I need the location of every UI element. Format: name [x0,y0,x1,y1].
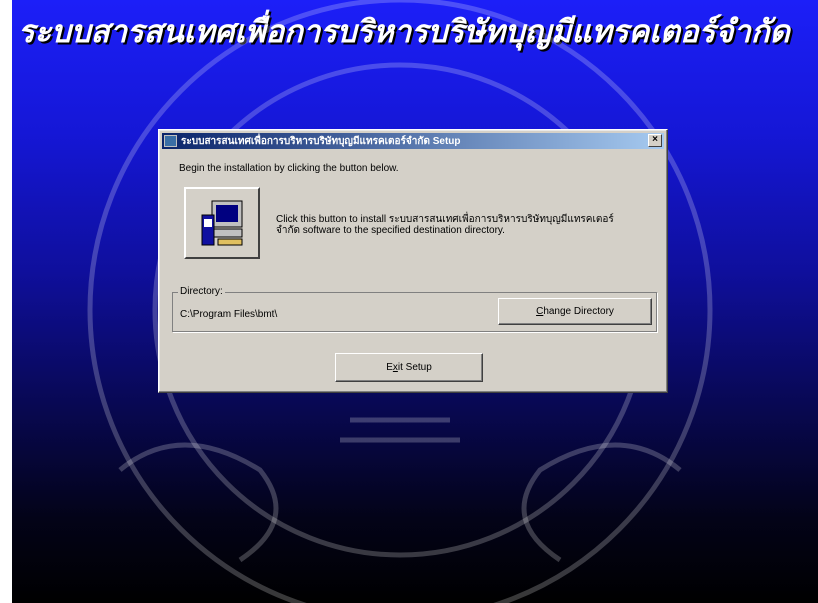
install-instructions: Click this button to install ระบบสารสนเท… [276,214,614,236]
close-button[interactable]: × [648,134,662,147]
exit-label-start: E [386,362,393,373]
dialog-title: ระบบสารสนเทศเพื่อการบริหารบริษัทบุญมีแทร… [181,135,461,147]
install-button[interactable] [184,187,260,259]
dialog-titlebar[interactable]: ระบบสารสนเทศเพื่อการบริหารบริษัทบุญมีแทร… [162,133,664,149]
setup-icon [164,135,177,147]
directory-group: Directory: C:\Program Files\bmt\ Change … [172,286,657,332]
exit-setup-button[interactable]: Exit Setup [335,353,483,382]
change-directory-label: hange Directory [543,306,614,317]
setup-dialog: ระบบสารสนเทศเพื่อการบริหารบริษัทบุญมีแทร… [158,129,668,393]
change-directory-button[interactable]: Change Directory [498,298,652,325]
directory-path: C:\Program Files\bmt\ [180,309,278,320]
exit-label-end: it Setup [397,362,432,373]
intro-text: Begin the installation by clicking the b… [179,163,399,174]
banner-title: ระบบสารสนเทศเพื่อการบริหารบริษัทบุญมีแทร… [18,14,790,50]
directory-label: Directory: [178,286,225,297]
computer-install-icon [201,200,243,246]
